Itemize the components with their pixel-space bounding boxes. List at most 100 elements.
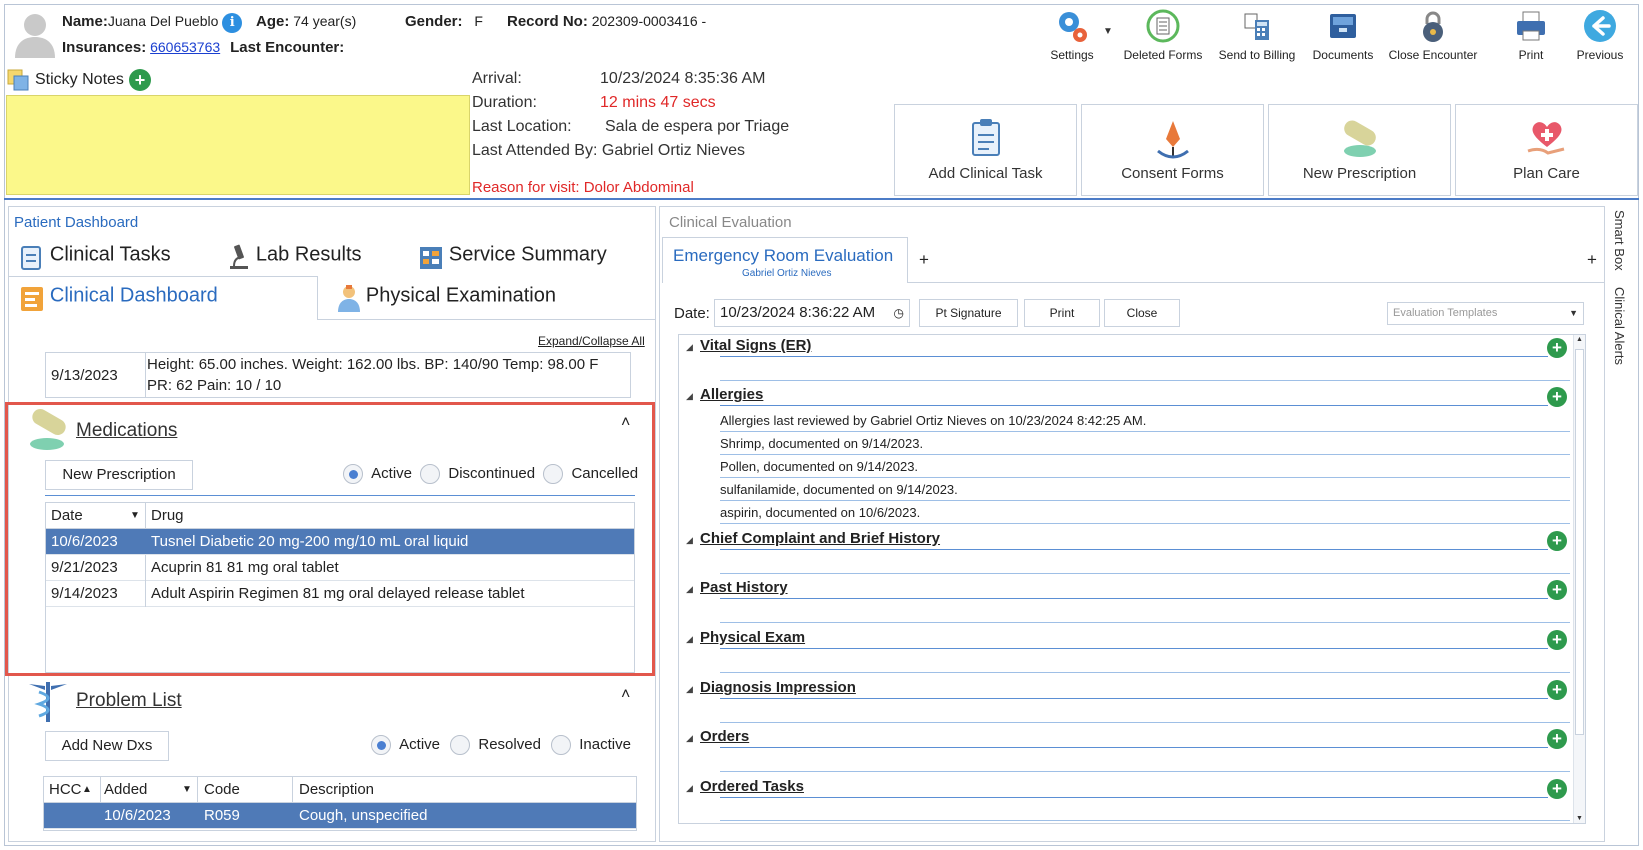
medications-title[interactable]: Medications — [76, 420, 177, 442]
table-row[interactable]: 10/6/2023 Tusnel Diabetic 20 mg-200 mg/1… — [46, 529, 634, 555]
settings-dropdown-icon[interactable]: ▼ — [1103, 26, 1113, 37]
col-hcc[interactable]: HCC — [49, 777, 82, 803]
add-orders-button[interactable]: + — [1547, 729, 1567, 749]
add-clinical-task-button[interactable]: Add Clinical Task — [894, 104, 1077, 196]
allergy-item: Pollen, documented on 9/14/2023. — [720, 459, 919, 474]
clinical-alerts-tab[interactable]: Clinical Alerts — [1612, 287, 1627, 365]
medications-separator — [45, 495, 635, 496]
radio-discontinued[interactable] — [420, 464, 441, 484]
medications-table: Date ▼ Drug 10/6/2023 Tusnel Diabetic 20… — [45, 502, 635, 673]
section-underline — [720, 820, 1570, 821]
medications-collapse-icon[interactable]: ˄ — [621, 414, 630, 432]
radio-active[interactable] — [343, 464, 363, 484]
vitals-table-row: 9/13/2023 Height: 65.00 inches. Weight: … — [45, 352, 631, 398]
pill-icon — [1343, 120, 1376, 157]
radio-active[interactable] — [371, 735, 391, 755]
previous-button[interactable]: Previous — [1565, 8, 1635, 62]
expand-arrow-icon[interactable]: ◢ — [686, 342, 693, 353]
tab-strip-line — [318, 319, 655, 320]
last-location-label: Last Location: — [472, 118, 572, 135]
table-row[interactable]: 9/14/2023 Adult Aspirin Regimen 81 mg or… — [46, 581, 634, 607]
documents-button[interactable]: Documents — [1298, 8, 1388, 62]
info-icon[interactable]: i — [222, 13, 243, 33]
smart-box-tab[interactable]: Smart Box — [1612, 210, 1627, 271]
close-encounter-button[interactable]: Close Encounter — [1388, 8, 1478, 62]
section-underline — [720, 356, 1548, 357]
scroll-down-icon[interactable]: ▼ — [1576, 815, 1583, 822]
add-past-history-button[interactable]: + — [1547, 580, 1567, 600]
tab-clinical-dashboard-content[interactable]: Clinical Dashboard — [18, 284, 218, 312]
expand-arrow-icon[interactable]: ◢ — [686, 391, 693, 402]
add-tab-right-button[interactable]: + — [1587, 250, 1597, 270]
scroll-up-icon[interactable]: ▲ — [1576, 336, 1583, 343]
evaluation-close-button[interactable]: Close — [1104, 299, 1180, 327]
gear-icon — [1059, 12, 1087, 42]
add-allergy-button[interactable]: + — [1547, 387, 1567, 407]
col-drug[interactable]: Drug — [151, 503, 184, 529]
add-tab-button[interactable]: + — [919, 250, 929, 270]
add-sticky-note-button[interactable]: + — [129, 69, 151, 91]
expand-arrow-icon[interactable]: ◢ — [686, 634, 693, 645]
tab-clinical-tasks[interactable]: Clinical Tasks — [18, 243, 171, 271]
row-code: R059 — [204, 807, 240, 824]
tab-service-summary[interactable]: Service Summary — [417, 243, 607, 271]
record-label: Record No: — [507, 13, 588, 30]
add-diagnosis-button[interactable]: + — [1547, 680, 1567, 700]
radio-resolved-label: Resolved — [478, 735, 541, 753]
radio-inactive-label: Inactive — [579, 735, 631, 753]
radio-cancelled[interactable] — [543, 464, 564, 484]
record-number: Record No: 202309-0003416 - — [507, 13, 706, 30]
table-row[interactable]: 10/6/2023 R059 Cough, unspecified — [44, 803, 636, 829]
problem-list-title[interactable]: Problem List — [76, 690, 182, 712]
expand-arrow-icon[interactable]: ◢ — [686, 535, 693, 546]
reason-for-visit: Reason for visit: Dolor Abdominal — [472, 179, 694, 196]
expand-arrow-icon[interactable]: ◢ — [686, 584, 693, 595]
pt-signature-button[interactable]: Pt Signature — [919, 299, 1018, 327]
expand-arrow-icon[interactable]: ◢ — [686, 684, 693, 695]
plan-care-button[interactable]: Plan Care — [1455, 104, 1638, 196]
section-underline — [720, 672, 1570, 673]
deleted-forms-button[interactable]: Deleted Forms — [1118, 8, 1208, 62]
sort-dropdown-icon[interactable]: ▼ — [182, 777, 192, 803]
new-prescription-action-button[interactable]: New Prescription — [1268, 104, 1451, 196]
add-chief-complaint-button[interactable]: + — [1547, 531, 1567, 551]
problem-list-collapse-icon[interactable]: ˄ — [621, 686, 630, 704]
row-date: 9/21/2023 — [51, 559, 118, 576]
table-row[interactable]: 9/21/2023 Acuprin 81 81 mg oral tablet — [46, 555, 634, 581]
col-date[interactable]: Date — [51, 503, 83, 529]
sticky-notes-icon — [7, 69, 29, 91]
evaluation-form-area — [678, 334, 1586, 824]
name-value: Juana Del Pueblo — [107, 13, 219, 29]
sticky-note-area[interactable] — [6, 95, 470, 195]
col-code[interactable]: Code — [204, 777, 240, 803]
expand-collapse-all-link[interactable]: Expand/Collapse All — [538, 334, 645, 348]
expand-arrow-icon[interactable]: ◢ — [686, 783, 693, 794]
new-prescription-button[interactable]: New Prescription — [45, 460, 193, 490]
expand-arrow-icon[interactable]: ◢ — [686, 733, 693, 744]
add-new-dxs-button[interactable]: Add New Dxs — [45, 731, 169, 761]
col-added[interactable]: Added — [104, 777, 147, 803]
gender-value: F — [474, 13, 483, 29]
add-physical-exam-button[interactable]: + — [1547, 630, 1567, 650]
calendar-icon[interactable]: ◷ — [894, 300, 904, 326]
add-vital-signs-button[interactable]: + — [1547, 338, 1567, 358]
evaluation-print-button[interactable]: Print — [1024, 299, 1100, 327]
send-to-billing-button[interactable]: Send to Billing — [1212, 8, 1302, 62]
tab-physical-examination[interactable]: Physical Examination — [336, 284, 556, 312]
clinical-evaluation-title: Clinical Evaluation — [669, 214, 792, 231]
print-button[interactable]: Print — [1486, 8, 1576, 62]
last-encounter-label: Last Encounter: — [230, 39, 345, 56]
consent-forms-button[interactable]: Consent Forms — [1081, 104, 1264, 196]
radio-resolved[interactable] — [450, 735, 471, 755]
evaluation-date-field[interactable]: 10/23/2024 8:36:22 AM ◷ — [714, 299, 910, 327]
radio-inactive[interactable] — [551, 735, 572, 755]
scrollbar[interactable]: ▲ ▼ — [1573, 335, 1585, 823]
insurance-link[interactable]: 660653763 — [150, 39, 220, 55]
scrollbar-thumb[interactable] — [1575, 349, 1584, 735]
evaluation-templates-select[interactable]: Evaluation Templates ▼ — [1387, 302, 1584, 325]
sort-dropdown-icon[interactable]: ▼ — [130, 503, 140, 529]
tab-lab-results[interactable]: Lab Results — [226, 243, 362, 271]
col-description[interactable]: Description — [299, 777, 374, 803]
sort-up-icon[interactable]: ▲ — [82, 777, 92, 803]
add-ordered-tasks-button[interactable]: + — [1547, 779, 1567, 799]
